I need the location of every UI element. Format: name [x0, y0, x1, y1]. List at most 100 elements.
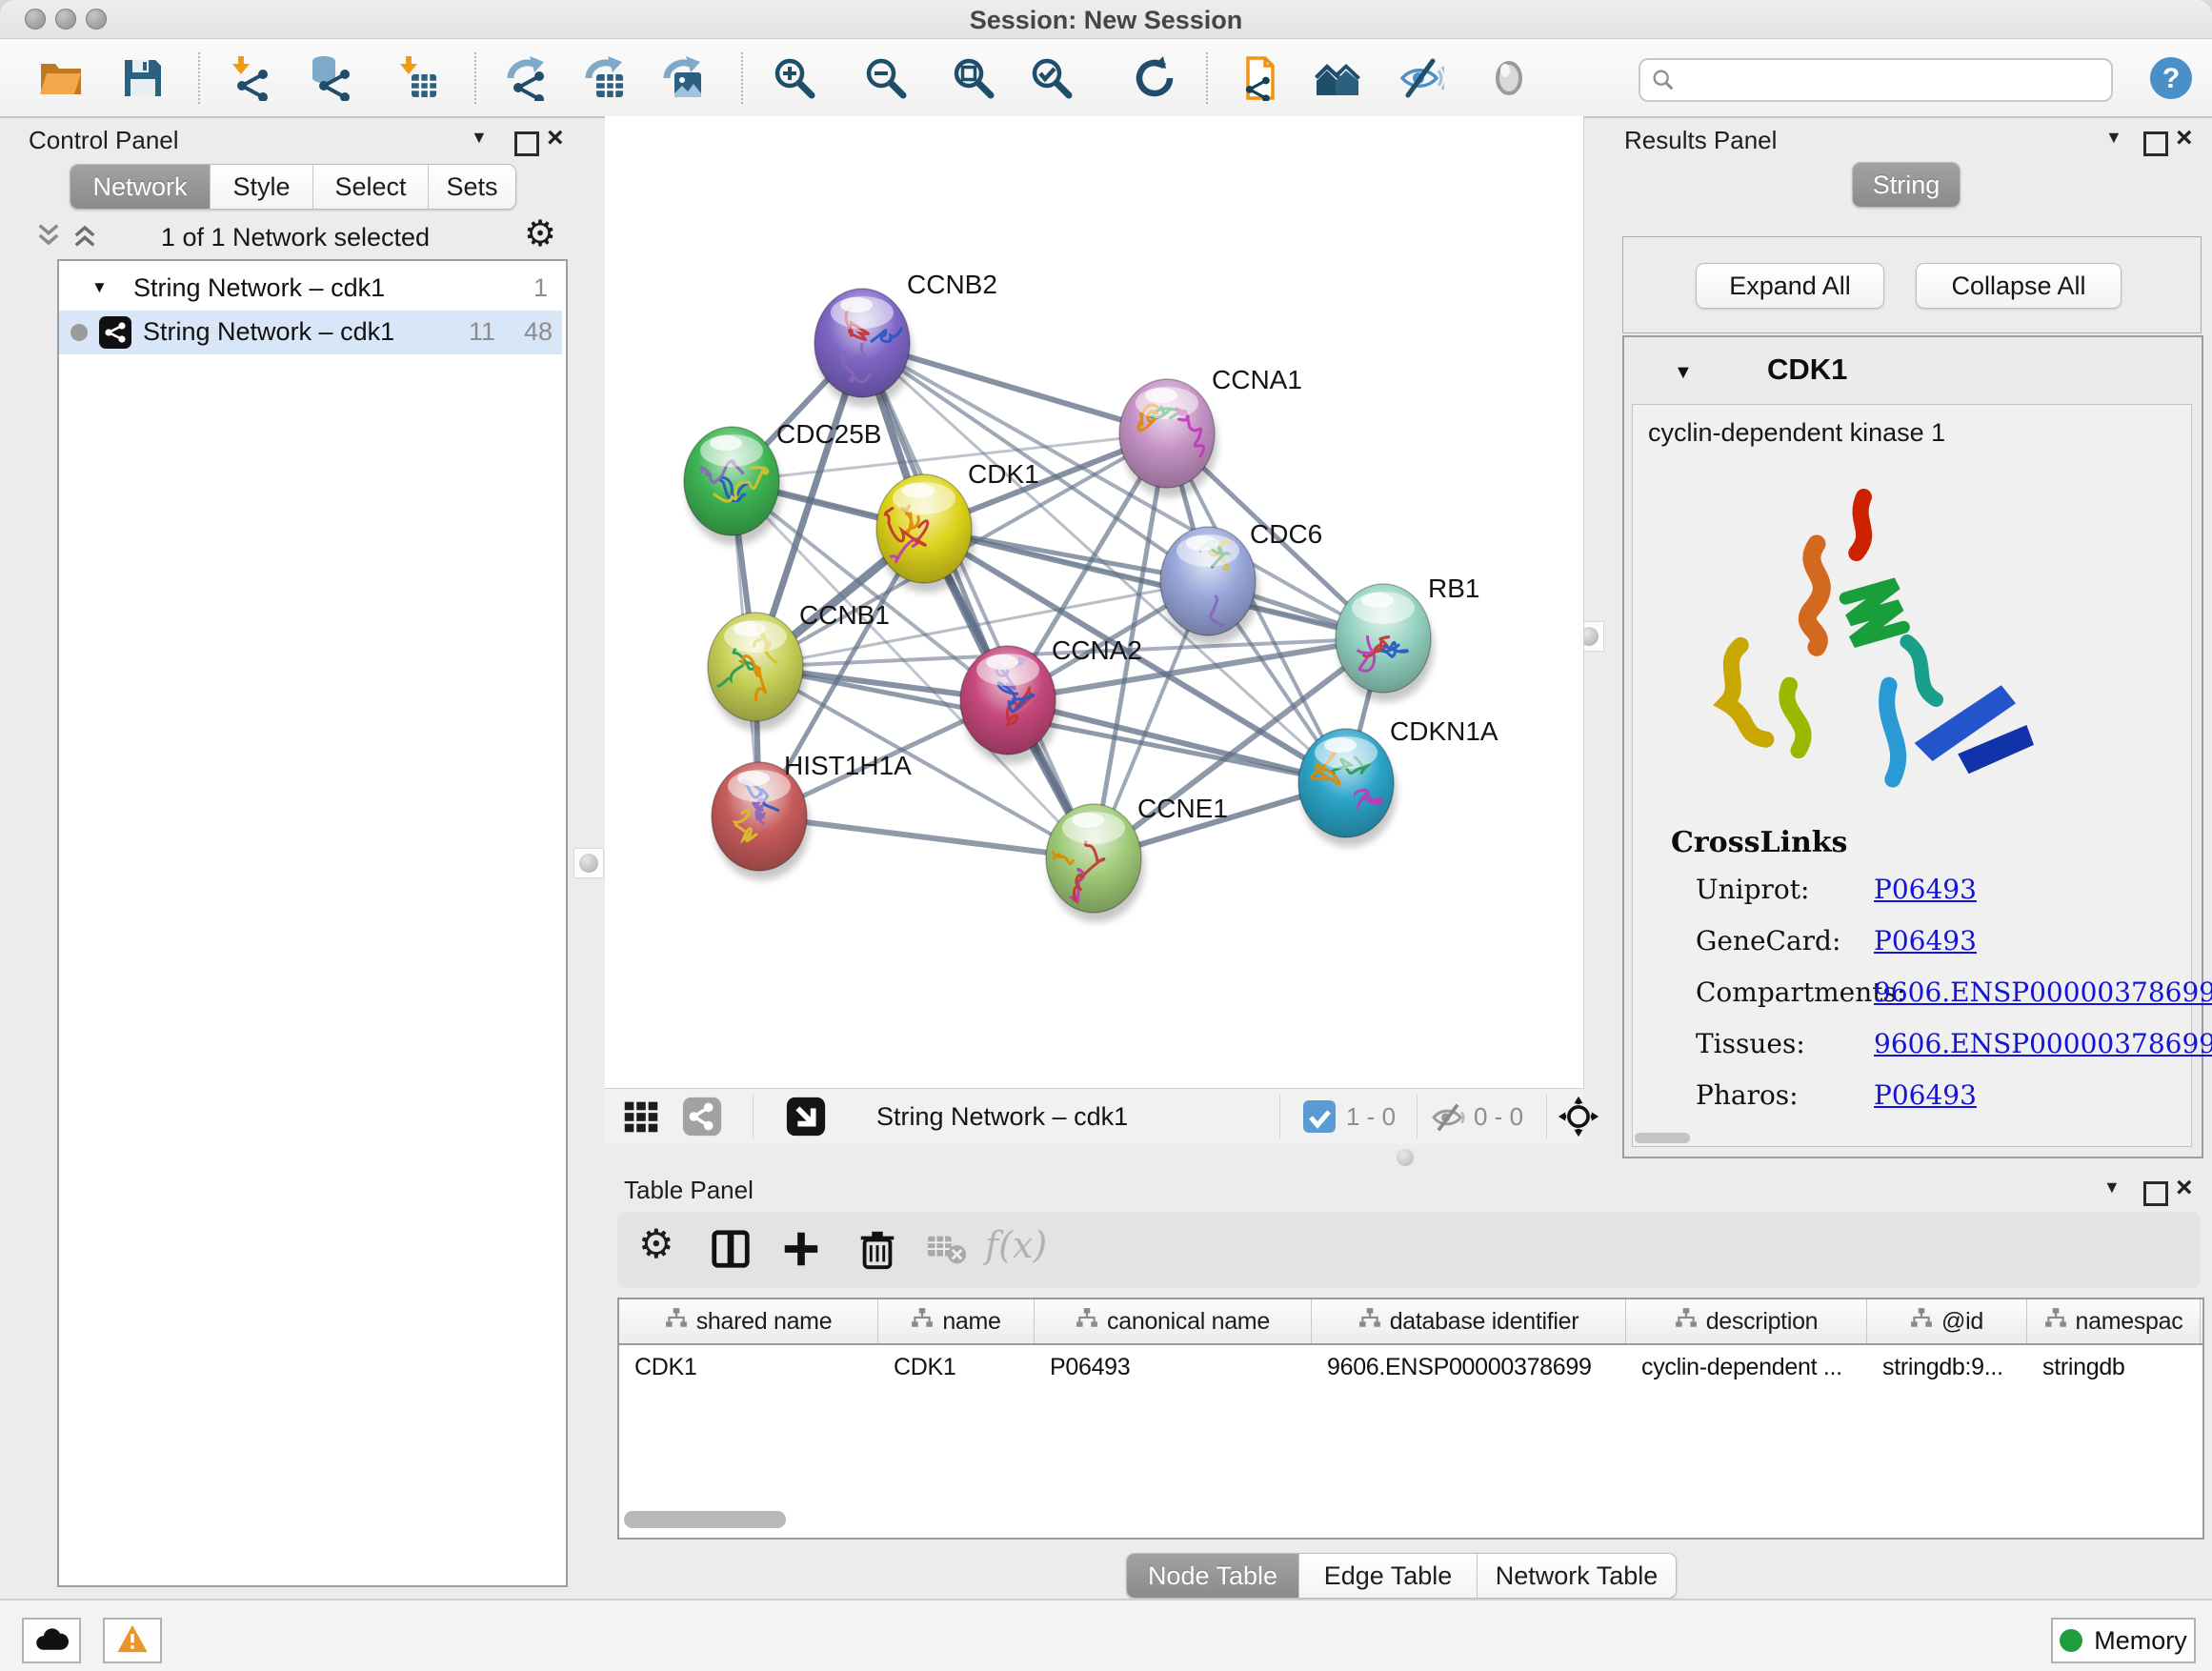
- expand-all-button[interactable]: Expand All: [1696, 263, 1884, 309]
- network-node[interactable]: [873, 474, 975, 593]
- column-header-database-identifier[interactable]: database identifier: [1312, 1299, 1626, 1343]
- column-header-namespac[interactable]: namespac: [2027, 1299, 2201, 1343]
- zoom-in-icon[interactable]: [772, 55, 817, 101]
- tab-style[interactable]: Style: [211, 165, 313, 209]
- tab-network[interactable]: Network: [70, 165, 211, 209]
- import-network-from-database-icon[interactable]: [309, 55, 354, 101]
- table-tabs: Node Table Edge Table Network Table: [1126, 1553, 1677, 1599]
- network-share-icon[interactable]: [680, 1095, 724, 1143]
- results-panel-close-icon[interactable]: ×: [2176, 122, 2193, 154]
- toolbar-separator: [198, 52, 200, 104]
- network-node[interactable]: [960, 646, 1058, 764]
- splitter-handle[interactable]: [573, 848, 604, 878]
- export-network-icon[interactable]: [503, 55, 549, 101]
- network-collection-row[interactable]: ▼ String Network – cdk1 1: [59, 267, 562, 311]
- collection-expand-icon[interactable]: ▼: [91, 278, 108, 297]
- crosshair-icon[interactable]: [1558, 1096, 1599, 1142]
- network-edge[interactable]: [862, 343, 1094, 858]
- network-node[interactable]: [814, 289, 913, 407]
- tab-select[interactable]: Select: [313, 165, 429, 209]
- status-bar: Memory: [0, 1599, 2212, 1671]
- delete-column-icon[interactable]: [855, 1227, 899, 1271]
- table-cell: 9606.ENSP00000378699: [1312, 1345, 1626, 1389]
- table-settings-gear-icon[interactable]: ⚙: [638, 1221, 674, 1267]
- show-all-windows-icon[interactable]: [1315, 55, 1360, 101]
- network-selection-summary: 1 of 1 Network selected: [114, 223, 476, 252]
- column-header-shared-name[interactable]: shared name: [619, 1299, 878, 1343]
- network-node[interactable]: [708, 613, 806, 731]
- search-box[interactable]: [1639, 58, 2113, 102]
- tab-sets[interactable]: Sets: [429, 165, 515, 209]
- results-panel-float-icon[interactable]: [2143, 131, 2168, 156]
- gene-card-collapse-icon[interactable]: ▼: [1674, 362, 1693, 384]
- results-panel-menu-icon[interactable]: ▼: [2105, 128, 2122, 148]
- hide-selected-icon[interactable]: [1398, 55, 1444, 101]
- tab-string[interactable]: String: [1853, 163, 1960, 207]
- network-node[interactable]: [1336, 584, 1434, 702]
- gene-symbol: CDK1: [1767, 352, 1847, 387]
- network-options-gear-icon[interactable]: ⚙: [524, 215, 556, 253]
- function-builder-icon: f(x): [981, 1221, 1052, 1276]
- memory-button[interactable]: Memory: [2051, 1618, 2196, 1663]
- collapse-all-button[interactable]: Collapse All: [1916, 263, 2122, 309]
- search-input[interactable]: [1682, 62, 2105, 96]
- save-session-icon[interactable]: [120, 55, 166, 101]
- column-header-canonical-name[interactable]: canonical name: [1035, 1299, 1312, 1343]
- network-row-selected[interactable]: String Network – cdk1 11 48: [59, 311, 562, 354]
- table-panel-menu-icon[interactable]: ▼: [2103, 1178, 2121, 1198]
- birds-eye-view-icon[interactable]: [784, 1095, 828, 1143]
- table-cell: stringdb: [2027, 1345, 2201, 1389]
- network-tree: ▼ String Network – cdk1 1 String Network…: [57, 259, 568, 1587]
- crosslink-value[interactable]: P06493: [1874, 925, 1977, 956]
- zoom-selected-icon[interactable]: [1029, 55, 1075, 101]
- selected-checkbox-icon[interactable]: [1303, 1100, 1336, 1133]
- control-panel-float-icon[interactable]: [514, 131, 539, 156]
- crosslink-value[interactable]: P06493: [1874, 1079, 1977, 1111]
- column-header-description[interactable]: description: [1626, 1299, 1867, 1343]
- network-canvas[interactable]: CCNB2CCNA1CDC25BCDK1CDC6RB1CCNB1CCNA2CDK…: [605, 116, 1583, 1088]
- tab-network-table[interactable]: Network Table: [1478, 1554, 1676, 1598]
- zoom-fit-icon[interactable]: [951, 55, 996, 101]
- crosslink-value[interactable]: 9606.ENSP00000378699: [1874, 976, 2212, 1008]
- control-panel-menu-icon[interactable]: ▼: [471, 128, 488, 148]
- collapse-all-networks-icon[interactable]: [34, 221, 63, 254]
- show-columns-icon[interactable]: [709, 1227, 753, 1271]
- control-panel-close-icon[interactable]: ×: [547, 122, 564, 154]
- tab-edge-table[interactable]: Edge Table: [1299, 1554, 1478, 1598]
- export-image-icon[interactable]: [659, 55, 705, 101]
- zoom-out-icon[interactable]: [863, 55, 909, 101]
- table-panel-close-icon[interactable]: ×: [2176, 1172, 2193, 1204]
- cloud-button[interactable]: [22, 1618, 81, 1663]
- network-node[interactable]: [1119, 379, 1217, 497]
- import-network-icon[interactable]: [227, 55, 272, 101]
- warning-button[interactable]: [103, 1618, 162, 1663]
- network-node[interactable]: [684, 427, 782, 545]
- column-type-icon: [665, 1307, 688, 1337]
- open-session-icon[interactable]: [38, 55, 84, 101]
- table-panel-float-icon[interactable]: [2143, 1181, 2168, 1206]
- import-table-icon[interactable]: [394, 55, 440, 101]
- column-header-name[interactable]: name: [878, 1299, 1035, 1343]
- table-hscrollbar-thumb[interactable]: [624, 1511, 786, 1528]
- results-scrollbar-thumb[interactable]: [1635, 1133, 1690, 1143]
- crosslink-value[interactable]: 9606.ENSP00000378699: [1874, 1028, 2212, 1059]
- memory-status-dot: [2060, 1629, 2082, 1652]
- splitter-handle[interactable]: [1397, 1149, 1414, 1166]
- create-column-icon[interactable]: [779, 1227, 823, 1271]
- hidden-eye-icon[interactable]: [1429, 1098, 1467, 1141]
- expand-all-networks-icon[interactable]: [70, 221, 99, 254]
- network-node[interactable]: [1046, 804, 1144, 922]
- crosslink-value[interactable]: P06493: [1874, 874, 1977, 905]
- main-toolbar: ?: [0, 39, 2212, 118]
- network-node[interactable]: [1298, 729, 1397, 847]
- tab-node-table[interactable]: Node Table: [1127, 1554, 1299, 1598]
- grid-view-icon[interactable]: [619, 1095, 663, 1143]
- export-table-icon[interactable]: [581, 55, 627, 101]
- table-row[interactable]: CDK1CDK1P064939606.ENSP00000378699cyclin…: [619, 1345, 2202, 1389]
- column-header--id[interactable]: @id: [1867, 1299, 2027, 1343]
- show-hidden-icon[interactable]: [1486, 55, 1532, 101]
- help-icon[interactable]: ?: [2148, 55, 2194, 101]
- network-edge[interactable]: [1008, 700, 1346, 783]
- refresh-view-icon[interactable]: [1132, 55, 1177, 101]
- clone-network-icon[interactable]: [1238, 55, 1284, 101]
